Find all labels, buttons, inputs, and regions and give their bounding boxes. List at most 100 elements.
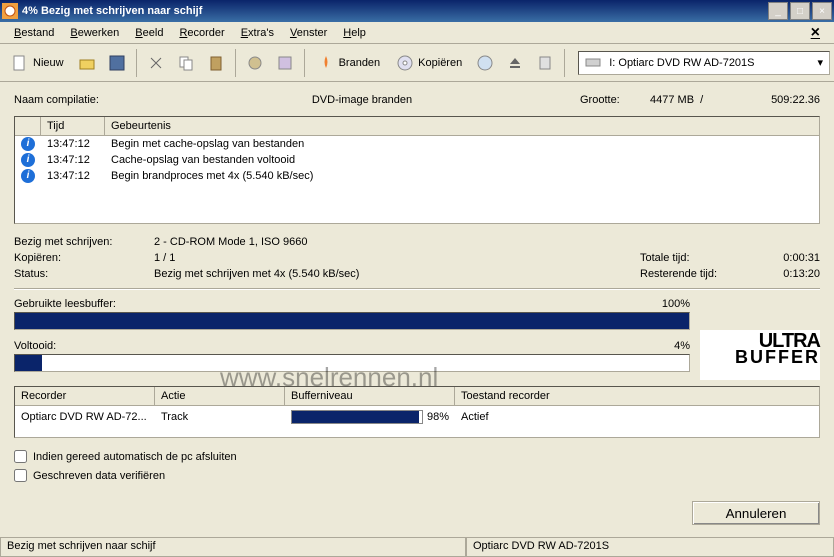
shutdown-checkbox[interactable]: Indien gereed automatisch de pc afsluite… xyxy=(14,450,820,463)
close-button[interactable]: × xyxy=(812,2,832,20)
statusbar: Bezig met schrijven naar schijf Optiarc … xyxy=(0,537,834,557)
menu-venster[interactable]: Venster xyxy=(282,27,335,39)
statusbar-left: Bezig met schrijven naar schijf xyxy=(0,538,466,557)
rec-header-state[interactable]: Toestand recorder xyxy=(455,387,819,405)
window-title: 4% Bezig met schrijven naar schijf xyxy=(22,5,768,17)
info-icon: i xyxy=(21,153,35,167)
copy-button[interactable] xyxy=(172,47,200,79)
rec-buffer: 98% xyxy=(285,408,455,426)
calc-button[interactable] xyxy=(531,47,559,79)
scissors-icon xyxy=(147,54,165,72)
recorder-table: Recorder Actie Bufferniveau Toestand rec… xyxy=(14,386,820,438)
shutdown-checkbox-input[interactable] xyxy=(14,450,27,463)
new-button[interactable]: Nieuw xyxy=(4,47,71,79)
verify-checkbox[interactable]: Geschreven data verifiëren xyxy=(14,469,820,482)
copy-disc-button[interactable]: Kopiëren xyxy=(389,47,469,79)
log-event: Begin met cache-opslag van bestanden xyxy=(105,138,819,150)
ultrabuffer-logo: ULTRA BUFFER xyxy=(700,330,820,380)
writing-label: Bezig met schrijven: xyxy=(14,236,154,248)
cancel-button[interactable]: Annuleren xyxy=(692,501,820,525)
tool-1[interactable] xyxy=(241,47,269,79)
toolbar: Nieuw Branden Kopiëren I: Optiarc DVD RW… xyxy=(0,44,834,82)
paste-button[interactable] xyxy=(202,47,230,79)
document-icon xyxy=(11,54,29,72)
shutdown-label: Indien gereed automatisch de pc afsluite… xyxy=(33,451,237,463)
app-icon xyxy=(2,3,18,19)
floppy-icon xyxy=(108,54,126,72)
menu-bewerken[interactable]: Bewerken xyxy=(62,27,127,39)
eject-icon xyxy=(506,54,524,72)
verify-checkbox-input[interactable] xyxy=(14,469,27,482)
maximize-button[interactable]: □ xyxy=(790,2,810,20)
info-icon: i xyxy=(21,137,35,151)
done-percent: 4% xyxy=(630,340,690,352)
status-label: Status: xyxy=(14,268,154,280)
rec-header-buffer[interactable]: Bufferniveau xyxy=(285,387,455,405)
log-time: 13:47:12 xyxy=(41,154,105,166)
menu-extras[interactable]: Extra's xyxy=(233,27,282,39)
tool-icon xyxy=(246,54,264,72)
chevron-down-icon: ▾ xyxy=(817,56,823,69)
total-time-label: Totale tijd: xyxy=(640,252,760,264)
remaining-label: Resterende tijd: xyxy=(640,268,760,280)
log-time: 13:47:12 xyxy=(41,138,105,150)
burn-button-label: Branden xyxy=(339,57,381,69)
cut-button[interactable] xyxy=(142,47,170,79)
copy-disc-label: Kopiëren xyxy=(418,57,462,69)
copy-label: Kopiëren: xyxy=(14,252,154,264)
log-header-icon[interactable] xyxy=(15,117,41,135)
recorder-row: Optiarc DVD RW AD-72... Track 98% Actief xyxy=(15,406,819,428)
open-button[interactable] xyxy=(73,47,101,79)
readbuffer-bar xyxy=(14,312,690,330)
tool-2[interactable] xyxy=(271,47,299,79)
log-row: i 13:47:12 Cache-opslag van bestanden vo… xyxy=(15,152,819,168)
status-grid: Bezig met schrijven: 2 - CD-ROM Mode 1, … xyxy=(14,236,820,280)
rec-header-action[interactable]: Actie xyxy=(155,387,285,405)
copy-value: 1 / 1 xyxy=(154,252,640,264)
minimize-button[interactable]: _ xyxy=(768,2,788,20)
event-log: Tijd Gebeurtenis i 13:47:12 Begin met ca… xyxy=(14,116,820,224)
readbuffer-percent: 100% xyxy=(630,298,690,310)
rec-name: Optiarc DVD RW AD-72... xyxy=(15,409,155,425)
statusbar-right: Optiarc DVD RW AD-7201S xyxy=(466,538,834,557)
menubar: Bestand Bewerken Beeld Recorder Extra's … xyxy=(0,22,834,44)
log-header-event[interactable]: Gebeurtenis xyxy=(105,117,819,135)
rec-buffer-pct: 98% xyxy=(427,411,449,423)
rec-action: Track xyxy=(155,409,285,425)
compilation-label: Naam compilatie: xyxy=(14,94,144,106)
disc-info-button[interactable] xyxy=(471,47,499,79)
burn-button[interactable]: Branden xyxy=(310,47,388,79)
new-button-label: Nieuw xyxy=(33,57,64,69)
readbuffer-label: Gebruikte leesbuffer: xyxy=(14,298,630,310)
done-label: Voltooid: xyxy=(14,340,630,352)
folder-icon xyxy=(78,54,96,72)
done-bar xyxy=(14,354,690,372)
tool-icon xyxy=(276,54,294,72)
calc-icon xyxy=(536,54,554,72)
log-row: i 13:47:12 Begin brandproces met 4x (5.5… xyxy=(15,168,819,184)
log-header-time[interactable]: Tijd xyxy=(41,117,105,135)
menu-help[interactable]: Help xyxy=(335,27,374,39)
drive-selector[interactable]: I: Optiarc DVD RW AD-7201S ▾ xyxy=(578,51,830,75)
size-value: 4477 MB / xyxy=(650,94,730,106)
info-icon: i xyxy=(21,169,35,183)
save-button[interactable] xyxy=(103,47,131,79)
menu-beeld[interactable]: Beeld xyxy=(127,27,171,39)
log-event: Cache-opslag van bestanden voltooid xyxy=(105,154,819,166)
total-time-value: 0:00:31 xyxy=(760,252,820,264)
eject-button[interactable] xyxy=(501,47,529,79)
clipboard-icon xyxy=(207,54,225,72)
rec-header-recorder[interactable]: Recorder xyxy=(15,387,155,405)
rec-state: Actief xyxy=(455,409,819,425)
disc-info-icon xyxy=(476,54,494,72)
menu-bestand[interactable]: Bestand xyxy=(6,27,62,39)
compilation-info: Naam compilatie: DVD-image branden Groot… xyxy=(14,90,820,116)
copy-icon xyxy=(177,54,195,72)
drive-label: I: Optiarc DVD RW AD-7201S xyxy=(609,57,754,69)
flame-icon xyxy=(317,54,335,72)
menu-recorder[interactable]: Recorder xyxy=(171,27,232,39)
menubar-close-icon[interactable]: × xyxy=(803,24,828,42)
log-time: 13:47:12 xyxy=(41,170,105,182)
size-label: Grootte: xyxy=(580,94,650,106)
verify-label: Geschreven data verifiëren xyxy=(33,470,165,482)
